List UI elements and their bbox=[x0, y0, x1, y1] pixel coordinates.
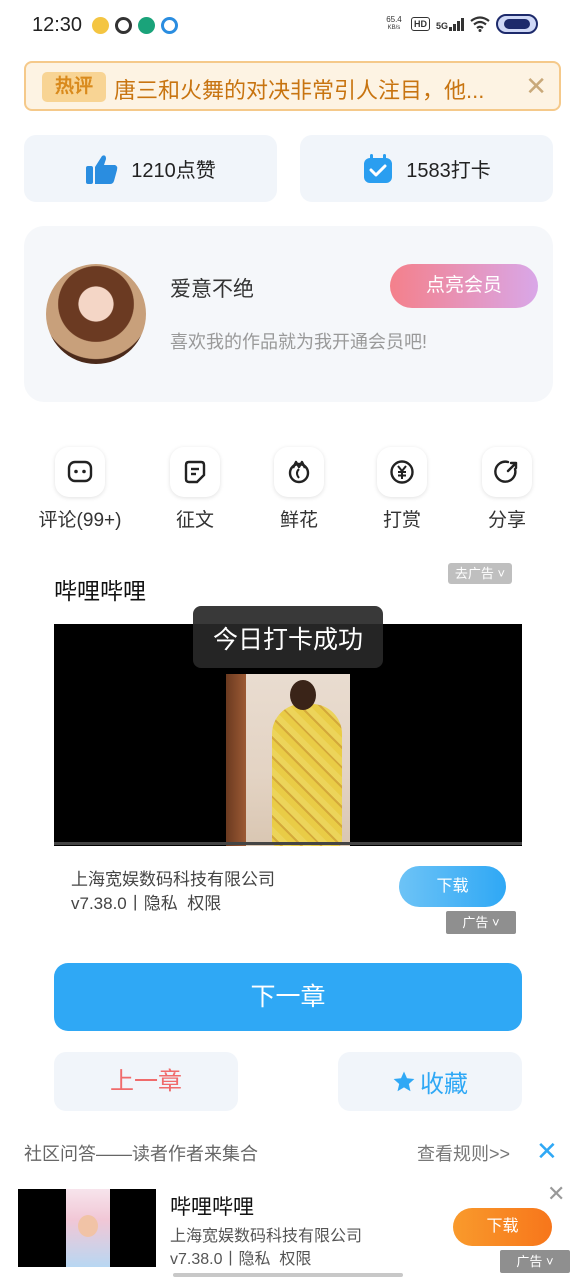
share-action[interactable]: 分享 bbox=[457, 447, 557, 532]
action-label: 评论(99+) bbox=[38, 510, 122, 531]
view-rules-link[interactable]: 查看规则>> bbox=[417, 1140, 510, 1166]
ad-label[interactable]: 广告 ˅ bbox=[446, 911, 516, 934]
app-notification-icon bbox=[161, 17, 178, 34]
status-bar: 12:30 65.4 KB/s HD 5G bbox=[0, 0, 576, 56]
author-card: 爱意不绝 喜欢我的作品就为我开通会员吧! 点亮会员 bbox=[24, 226, 553, 402]
calendar-check-icon bbox=[364, 153, 393, 183]
flower-action[interactable]: 鲜花 bbox=[249, 447, 349, 532]
close-icon[interactable]: ✕ bbox=[536, 1136, 558, 1167]
vip-button[interactable]: 点亮会员 bbox=[390, 264, 538, 308]
favorite-button[interactable]: 收藏 bbox=[338, 1052, 522, 1111]
comment-action[interactable]: 评论(99+) bbox=[30, 447, 130, 532]
essay-action[interactable]: 征文 bbox=[145, 447, 245, 532]
checkin-count: 1583打卡 bbox=[406, 160, 491, 182]
hot-tag: 热评 bbox=[42, 72, 106, 102]
hot-comment-banner[interactable]: 热评 唐三和火舞的对决非常引人注目，他... ✕ bbox=[24, 61, 561, 111]
ad-version-privacy[interactable]: v7.38.0丨隐私 权限 bbox=[71, 889, 221, 914]
comment-icon bbox=[55, 447, 105, 497]
avatar[interactable] bbox=[46, 264, 146, 364]
likes-count: 1210点赞 bbox=[131, 160, 216, 182]
bottom-ad-thumbnail[interactable] bbox=[18, 1189, 156, 1267]
author-description: 喜欢我的作品就为我开通会员吧! bbox=[170, 332, 427, 352]
signal-icon: 5G bbox=[435, 17, 464, 31]
wifi-icon bbox=[470, 16, 490, 32]
app-notification-icon bbox=[92, 17, 109, 34]
author-name: 爱意不绝 bbox=[170, 278, 254, 301]
net-speed-value: 65.4 bbox=[386, 15, 402, 24]
ad-company: 上海宽娱数码科技有限公司 bbox=[71, 870, 275, 889]
net-speed: 65.4 KB/s bbox=[383, 16, 405, 32]
battery-icon bbox=[496, 14, 538, 34]
community-text[interactable]: 社区问答——读者作者来集合 bbox=[24, 1140, 258, 1166]
bottom-ad-download-button[interactable]: 下载 bbox=[453, 1208, 552, 1246]
remove-ad-button[interactable]: 去广告 ˅ bbox=[448, 563, 512, 584]
network-type: 5G bbox=[435, 20, 448, 31]
status-app-icons bbox=[92, 17, 178, 34]
flower-icon bbox=[274, 447, 324, 497]
ad-video-frame bbox=[226, 674, 350, 846]
hot-comment-text[interactable]: 唐三和火舞的对决非常引人注目，他... bbox=[114, 73, 514, 105]
share-icon bbox=[482, 447, 532, 497]
net-speed-unit: KB/s bbox=[387, 25, 401, 31]
reward-action[interactable]: 打赏 bbox=[352, 447, 452, 532]
status-time: 12:30 bbox=[32, 14, 83, 36]
hd-icon: HD bbox=[410, 17, 430, 31]
action-label: 鲜花 bbox=[279, 510, 318, 531]
home-indicator[interactable] bbox=[173, 1273, 403, 1277]
action-label: 打赏 bbox=[382, 510, 421, 531]
bottom-ad-version-privacy[interactable]: v7.38.0丨隐私 权限 bbox=[170, 1245, 311, 1269]
prev-chapter-button[interactable]: 上一章 bbox=[54, 1052, 238, 1111]
checkin-card[interactable]: 1583打卡 bbox=[300, 135, 553, 202]
close-icon[interactable]: ✕ bbox=[525, 71, 547, 102]
ad-download-button[interactable]: 下载 bbox=[399, 866, 506, 907]
reward-icon bbox=[377, 447, 427, 497]
ad-label[interactable]: 广告 ˅ bbox=[500, 1250, 570, 1273]
thumbs-up-icon bbox=[86, 154, 118, 184]
close-icon[interactable]: ✕ bbox=[547, 1181, 565, 1207]
action-label: 分享 bbox=[487, 510, 526, 531]
bottom-ad-title: 哔哩哔哩 bbox=[170, 1196, 254, 1219]
ad-title: 哔哩哔哩 bbox=[54, 578, 146, 604]
action-label: 征文 bbox=[175, 510, 214, 531]
likes-card[interactable]: 1210点赞 bbox=[24, 135, 277, 202]
app-notification-icon bbox=[138, 17, 155, 34]
essay-icon bbox=[170, 447, 220, 497]
favorite-label: 收藏 bbox=[420, 1071, 468, 1098]
next-chapter-button[interactable]: 下一章 bbox=[54, 963, 522, 1031]
checkin-toast: 今日打卡成功 bbox=[193, 606, 383, 668]
app-notification-icon bbox=[115, 17, 132, 34]
status-indicators: 65.4 KB/s HD 5G bbox=[383, 14, 538, 34]
video-progress-bar bbox=[54, 842, 522, 845]
star-icon bbox=[393, 1071, 415, 1091]
bottom-ad-company: 上海宽娱数码科技有限公司 bbox=[170, 1228, 363, 1245]
